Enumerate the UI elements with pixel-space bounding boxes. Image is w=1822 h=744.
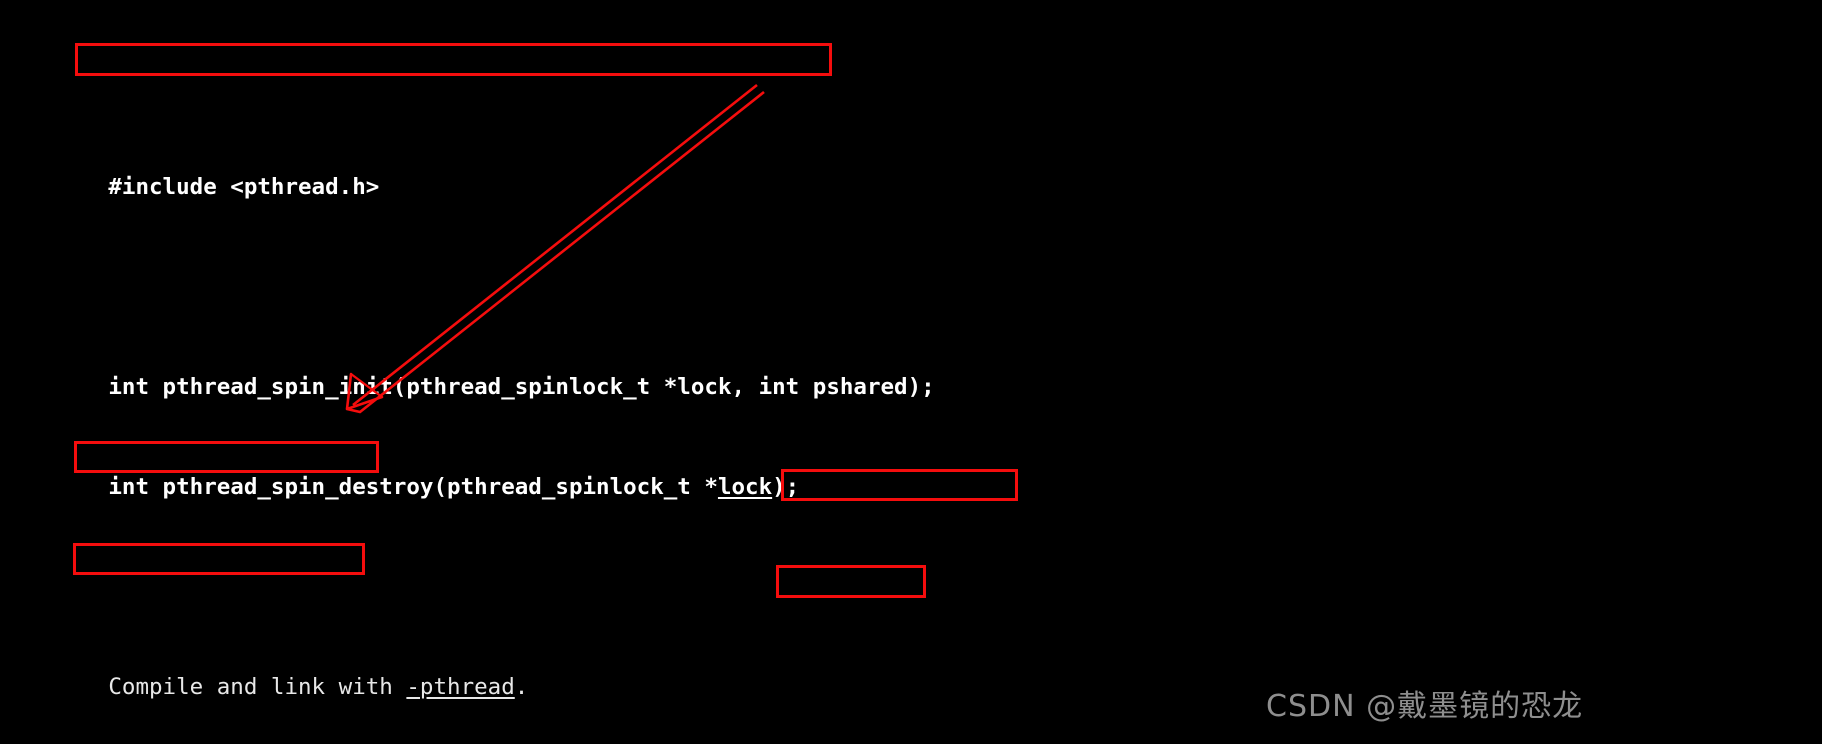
man-line-spin-destroy-proto: int pthread_spin_destroy(pthread_spinloc… (0, 475, 1822, 500)
pthread-flag-link[interactable]: -pthread (406, 674, 514, 700)
man-line-spin-init-proto: int pthread_spin_init(pthread_spinlock_t… (0, 375, 1822, 400)
terminal-screen: #include <pthread.h> int pthread_spin_in… (0, 0, 1822, 744)
csdn-watermark: CSDN @戴墨镜的恐龙 (1266, 689, 1584, 724)
spin-init-prototype: int pthread_spin_init(pthread_spinlock_t… (0, 374, 935, 400)
compile-period: . (514, 674, 529, 700)
spin-destroy-lock-param: lock (717, 474, 773, 500)
spin-destroy-prototype-part1: int pthread_spin_destroy(pthread_spinloc… (0, 474, 718, 500)
spin-destroy-prototype-part2: ); (772, 474, 800, 500)
spacer-line (0, 275, 1822, 300)
compile-text: Compile and link with (0, 674, 407, 700)
spacer-line (0, 75, 1822, 100)
man-line-include: #include <pthread.h> (0, 175, 1822, 200)
man-page-text: #include <pthread.h> int pthread_spin_in… (0, 0, 1822, 744)
spacer-line (0, 575, 1822, 600)
include-directive: #include <pthread.h> (0, 174, 380, 200)
